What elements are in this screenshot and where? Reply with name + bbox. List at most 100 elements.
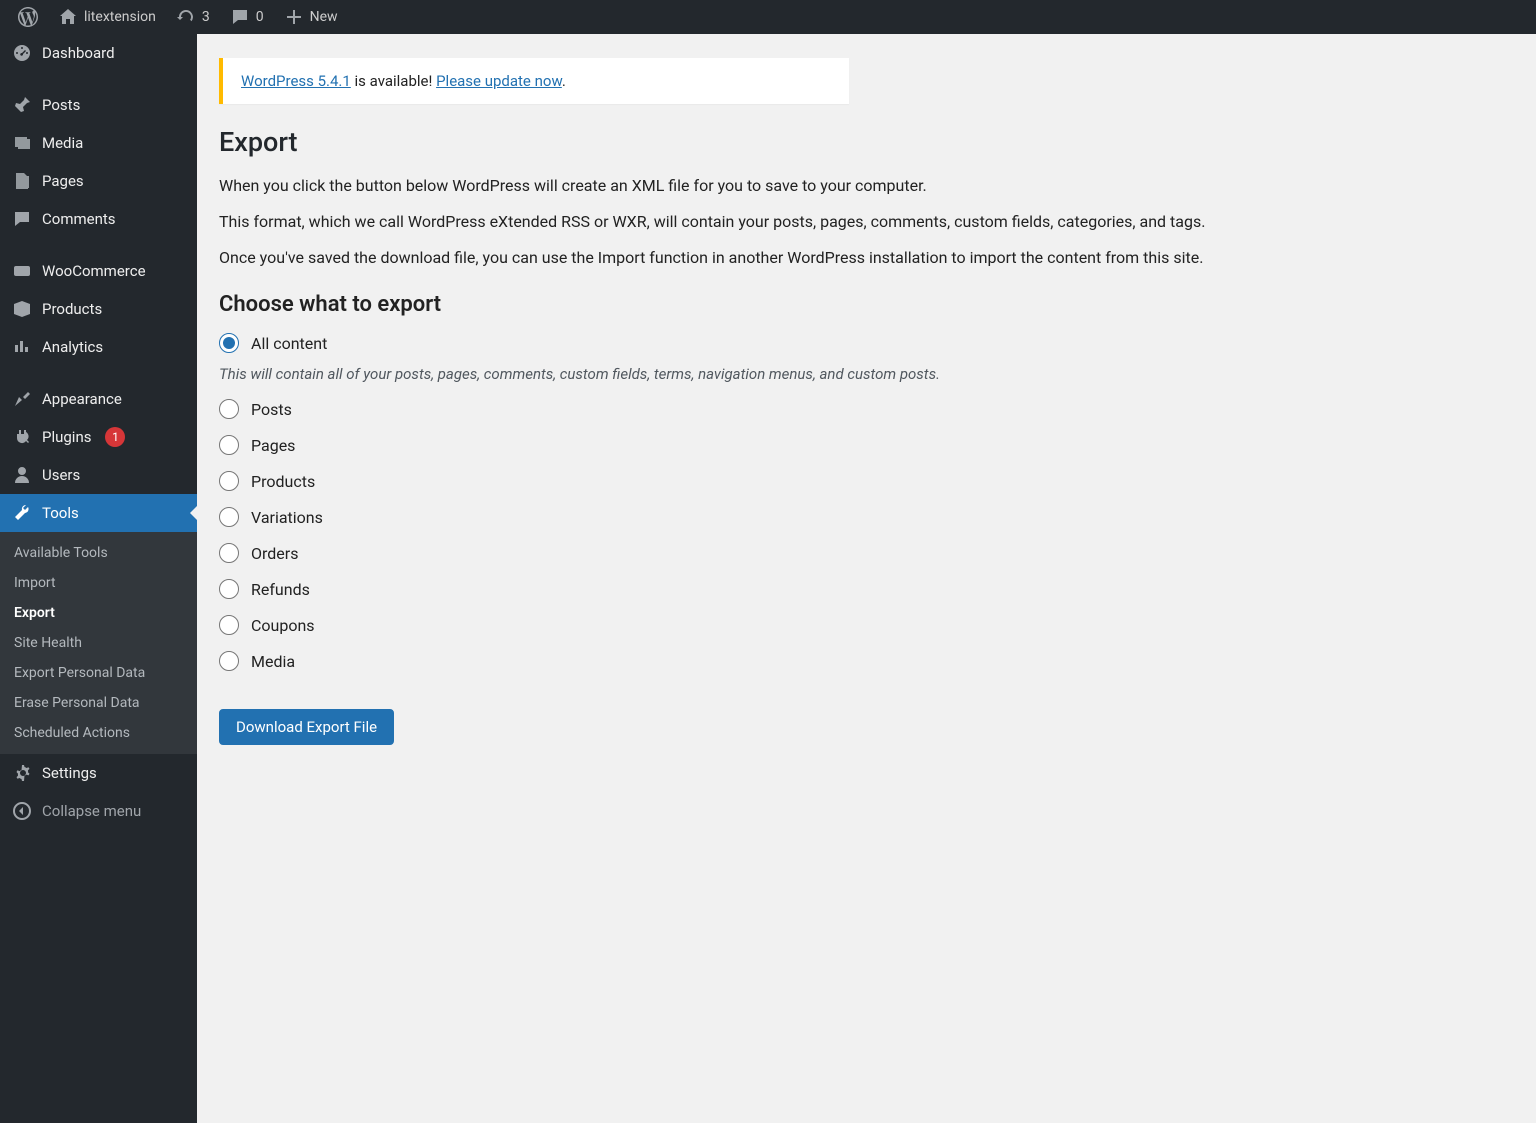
option-posts-label: Posts [251,400,292,419]
option-coupons-label: Coupons [251,616,315,635]
menu-media-label: Media [42,134,83,152]
menu-comments-label: Comments [42,210,116,228]
radio-orders[interactable] [219,543,239,563]
plugins-icon [12,427,32,447]
radio-products[interactable] [219,471,239,491]
comments-link[interactable]: 0 [220,0,274,34]
users-icon [12,465,32,485]
submenu-export-personal-data[interactable]: Export Personal Data [0,658,197,688]
comment-icon [230,7,250,27]
desc-p3: Once you've saved the download file, you… [219,246,1514,270]
option-orders-label: Orders [251,544,298,563]
site-name-label: litextension [84,9,156,25]
collapse-icon [12,801,32,821]
pin-icon [12,95,32,115]
updates-link[interactable]: 3 [166,0,220,34]
plugins-badge: 1 [105,427,125,447]
menu-appearance[interactable]: Appearance [0,380,197,418]
comments-count-label: 0 [256,9,264,25]
option-products[interactable]: Products [219,471,1514,491]
option-pages-label: Pages [251,436,295,455]
update-version-link[interactable]: WordPress 5.4.1 [241,72,351,90]
menu-settings-label: Settings [42,764,97,782]
radio-coupons[interactable] [219,615,239,635]
choose-heading: Choose what to export [219,292,1514,317]
option-products-label: Products [251,472,315,491]
menu-products-label: Products [42,300,102,318]
wp-logo-menu[interactable] [8,0,48,34]
menu-users-label: Users [42,466,80,484]
radio-variations[interactable] [219,507,239,527]
menu-products[interactable]: Products [0,290,197,328]
analytics-icon [12,337,32,357]
new-content-link[interactable]: New [274,0,348,34]
pages-icon [12,171,32,191]
site-home-link[interactable]: litextension [48,0,166,34]
plus-icon [284,7,304,27]
media-icon [12,133,32,153]
new-label: New [310,9,338,25]
collapse-menu-label: Collapse menu [42,802,141,820]
admin-sidebar: Dashboard Posts Media Pages Comments Woo… [0,34,197,1123]
menu-plugins-label: Plugins [42,428,91,446]
menu-posts[interactable]: Posts [0,86,197,124]
update-notice: WordPress 5.4.1 is available! Please upd… [219,58,849,104]
update-now-link[interactable]: Please update now [436,72,562,90]
menu-settings[interactable]: Settings [0,754,197,792]
menu-analytics[interactable]: Analytics [0,328,197,366]
menu-users[interactable]: Users [0,456,197,494]
page-title: Export [219,126,1514,158]
comment-icon [12,209,32,229]
menu-appearance-label: Appearance [42,390,122,408]
home-icon [58,7,78,27]
submenu-import[interactable]: Import [0,568,197,598]
wordpress-icon [18,7,38,27]
all-content-hint: This will contain all of your posts, pag… [219,365,1514,383]
menu-pages[interactable]: Pages [0,162,197,200]
option-refunds[interactable]: Refunds [219,579,1514,599]
menu-woocommerce[interactable]: WooCommerce [0,252,197,290]
submenu-erase-personal-data[interactable]: Erase Personal Data [0,688,197,718]
option-pages[interactable]: Pages [219,435,1514,455]
submenu-available-tools[interactable]: Available Tools [0,538,197,568]
menu-plugins[interactable]: Plugins 1 [0,418,197,456]
tools-submenu: Available Tools Import Export Site Healt… [0,532,197,754]
submenu-export[interactable]: Export [0,598,197,628]
option-media[interactable]: Media [219,651,1514,671]
radio-all-content[interactable] [219,333,239,353]
radio-refunds[interactable] [219,579,239,599]
menu-tools-label: Tools [42,504,79,522]
submenu-site-health[interactable]: Site Health [0,628,197,658]
download-export-button[interactable]: Download Export File [219,709,394,745]
option-variations-label: Variations [251,508,323,527]
updates-count-label: 3 [202,9,210,25]
menu-tools[interactable]: Tools [0,494,197,532]
option-orders[interactable]: Orders [219,543,1514,563]
option-variations[interactable]: Variations [219,507,1514,527]
menu-comments[interactable]: Comments [0,200,197,238]
radio-posts[interactable] [219,399,239,419]
menu-media[interactable]: Media [0,124,197,162]
tools-icon [12,503,32,523]
admin-toolbar: litextension 3 0 New [0,0,1536,34]
option-refunds-label: Refunds [251,580,310,599]
option-media-label: Media [251,652,295,671]
option-posts[interactable]: Posts [219,399,1514,419]
notice-tail: . [562,72,566,90]
menu-pages-label: Pages [42,172,84,190]
collapse-menu[interactable]: Collapse menu [0,792,197,830]
option-coupons[interactable]: Coupons [219,615,1514,635]
radio-pages[interactable] [219,435,239,455]
menu-dashboard-label: Dashboard [42,44,115,62]
content-area: WordPress 5.4.1 is available! Please upd… [197,34,1536,785]
menu-posts-label: Posts [42,96,80,114]
menu-woocommerce-label: WooCommerce [42,262,146,280]
products-icon [12,299,32,319]
submenu-scheduled-actions[interactable]: Scheduled Actions [0,718,197,748]
radio-media[interactable] [219,651,239,671]
menu-dashboard[interactable]: Dashboard [0,34,197,72]
desc-p1: When you click the button below WordPres… [219,174,1514,198]
settings-icon [12,763,32,783]
appearance-icon [12,389,32,409]
option-all-content[interactable]: All content [219,333,1514,353]
